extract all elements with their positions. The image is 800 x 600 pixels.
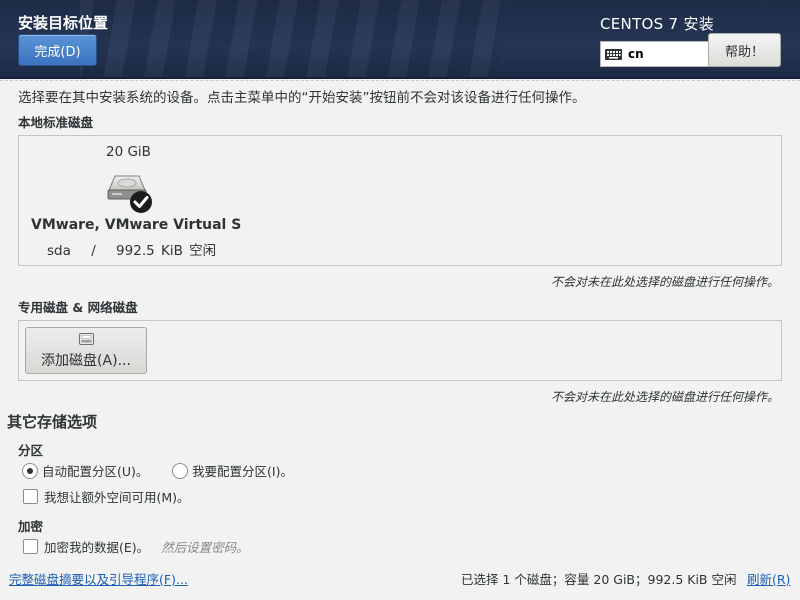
special-disks-hint: 不会对未在此处选择的磁盘进行任何操作。 (550, 390, 779, 404)
auto-partition-radio[interactable] (22, 462, 38, 479)
special-disks-panel: 添加磁盘(A)... (18, 320, 782, 381)
done-button[interactable]: 完成(D) (18, 34, 97, 66)
auto-partition-label: 自动配置分区(U)。 (42, 464, 149, 479)
encrypt-label: 加密我的数据(E)。 (44, 540, 150, 555)
partitioning-label: 分区 (18, 443, 44, 458)
encrypt-checkbox[interactable] (23, 539, 38, 554)
manual-partition-label: 我要配置分区(I)。 (192, 464, 293, 479)
auto-partition-option[interactable]: 自动配置分区(U)。 (22, 461, 148, 480)
other-storage-title: 其它存储选项 (7, 413, 98, 431)
selection-summary: 已选择 1 个磁盘；容量 20 GiB；992.5 KiB 空闲 (461, 572, 737, 587)
disk-item-sda[interactable]: 20 GiB VMware, VMware Virtual S sda / 99… (19, 136, 249, 265)
local-disks-label: 本地标准磁盘 (18, 115, 94, 130)
extra-space-checkbox[interactable] (23, 489, 38, 504)
disk-size: 20 GiB (106, 144, 151, 160)
intro-text: 选择要在其中安装系统的设备。点击主菜单中的“开始安装”按钮前不会对该设备进行任何… (18, 90, 586, 106)
header-bar: 安装目标位置 完成(D) CENTOS 7 安装 cn 帮助！ (0, 0, 800, 79)
refresh-link[interactable]: 刷新(R) (747, 569, 790, 588)
header-divider (0, 80, 800, 81)
manual-partition-radio[interactable] (172, 462, 188, 479)
encryption-label: 加密 (18, 519, 44, 534)
keyboard-layout-indicator[interactable]: cn (600, 41, 710, 67)
help-button[interactable]: 帮助！ (708, 33, 781, 67)
disk-free-space: 992.5 KiB 空闲 (116, 243, 217, 259)
hard-disk-selected-icon (107, 175, 152, 213)
extra-space-option[interactable]: 我想让额外空间可用(M)。 (23, 487, 190, 506)
disk-separator: / (91, 243, 96, 259)
drive-icon (79, 333, 94, 345)
disk-name: VMware, VMware Virtual S (31, 217, 242, 233)
manual-partition-option[interactable]: 我要配置分区(I)。 (172, 461, 293, 480)
product-title: CENTOS 7 安装 (600, 15, 715, 33)
add-disk-button[interactable]: 添加磁盘(A)... (25, 327, 147, 374)
encrypt-option[interactable]: 加密我的数据(E)。 然后设置密码。 (23, 537, 249, 556)
disk-meta: sda / 992.5 KiB 空闲 (47, 239, 216, 259)
local-disks-hint: 不会对未在此处选择的磁盘进行任何操作。 (550, 275, 779, 289)
add-disk-label: 添加磁盘(A)... (41, 353, 131, 369)
extra-space-label: 我想让额外空间可用(M)。 (44, 490, 190, 505)
disk-device: sda (47, 243, 71, 259)
local-disks-panel: 20 GiB VMware, VMware Virtual S sda / 99… (18, 135, 782, 266)
full-disk-summary-link[interactable]: 完整磁盘摘要以及引导程序(F)... (9, 569, 188, 588)
set-password-later-hint: 然后设置密码。 (161, 540, 249, 555)
radio-selected-dot (27, 467, 33, 474)
special-disks-label: 专用磁盘 & 网络磁盘 (18, 300, 138, 315)
keyboard-layout-value: cn (628, 47, 644, 61)
page-title: 安装目标位置 (18, 14, 109, 32)
keyboard-icon (605, 48, 622, 60)
